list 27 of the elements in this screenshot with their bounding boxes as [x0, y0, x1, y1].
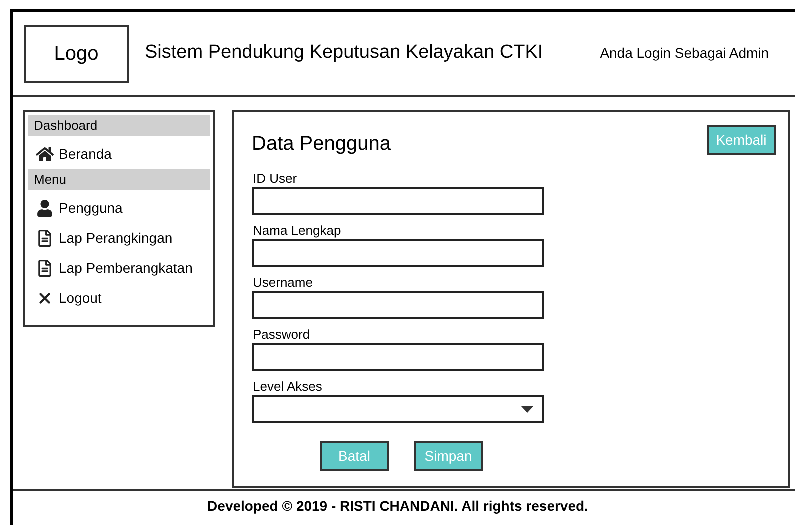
- field-label: Level Akses: [253, 379, 324, 395]
- input-field[interactable]: [252, 343, 544, 371]
- field-label: Password: [253, 327, 312, 343]
- document-icon: [36, 230, 54, 246]
- sidebar-section-header: Menu: [28, 169, 210, 190]
- user-icon: [36, 200, 54, 216]
- sidebar-link[interactable]: Lap Pemberangkatan: [59, 258, 193, 278]
- login-status: Anda Login Sebagai Admin: [600, 44, 770, 63]
- sidebar-link[interactable]: Logout: [59, 288, 102, 308]
- input-field[interactable]: [252, 239, 544, 267]
- home-icon: [36, 146, 54, 162]
- logo-box: Logo: [24, 24, 129, 82]
- sidebar-section-header: Dashboard: [28, 115, 210, 136]
- field-label: ID User: [253, 171, 298, 187]
- input-field[interactable]: [252, 291, 544, 319]
- level-select[interactable]: [252, 395, 544, 423]
- sidebar-link[interactable]: Beranda: [59, 144, 112, 164]
- footer-text: Developed © 2019 - RISTI CHANDANI. All rights reserved.: [208, 497, 588, 516]
- caret-down-icon: [521, 406, 534, 412]
- field-label: Nama Lengkap: [253, 223, 342, 239]
- sidebar-link[interactable]: Lap Perangkingan: [59, 228, 173, 248]
- panel-title: Data Pengguna: [252, 132, 392, 157]
- sidebar-link[interactable]: Pengguna: [59, 198, 123, 218]
- input-field[interactable]: [252, 187, 544, 215]
- document-icon: [36, 260, 54, 276]
- field-label: Username: [253, 275, 314, 291]
- app-title: Sistem Pendukung Keputusan Kelayakan CTKI: [145, 41, 544, 66]
